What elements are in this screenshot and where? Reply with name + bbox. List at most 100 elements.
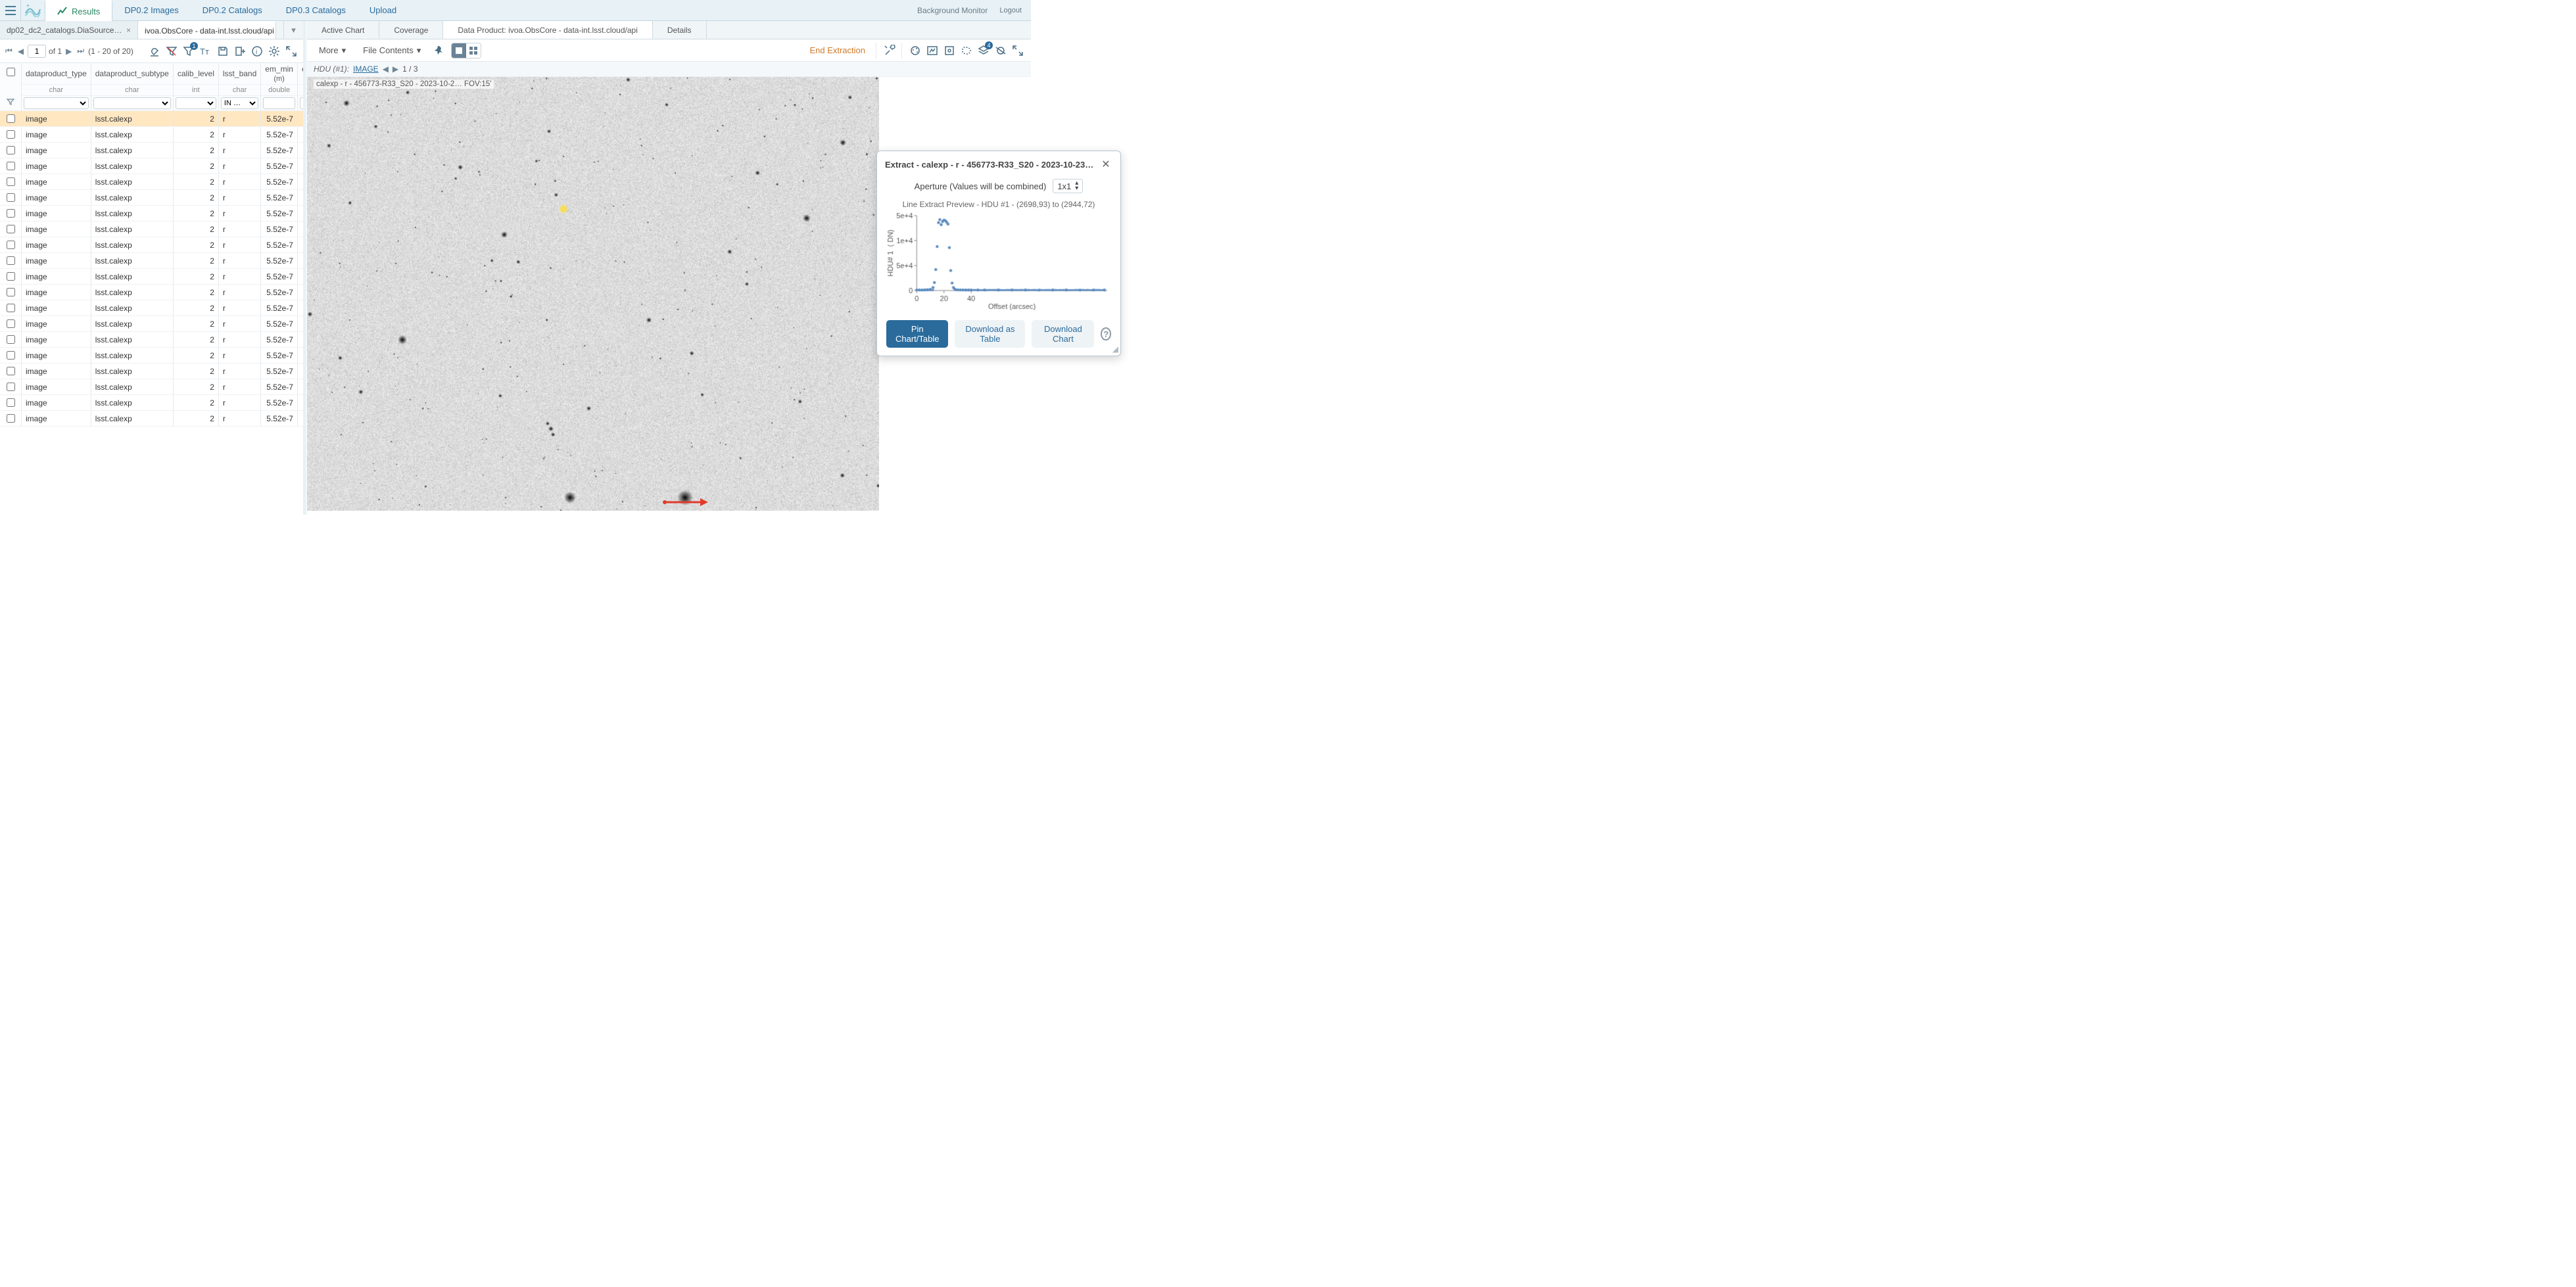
close-icon[interactable]: × xyxy=(126,26,131,35)
color-icon[interactable] xyxy=(907,43,923,59)
sky-canvas[interactable] xyxy=(307,77,879,511)
row-checkbox[interactable] xyxy=(7,304,15,312)
table-row[interactable]: imagelsst.calexp2r5.52e-76.91e-7 xyxy=(0,395,303,411)
table-row[interactable]: imagelsst.calexp2r5.52e-76.91e-7 xyxy=(0,348,303,363)
row-checkbox[interactable] xyxy=(7,288,15,296)
layout-grid[interactable] xyxy=(466,43,481,58)
more-menu[interactable]: More ▾ xyxy=(312,43,352,59)
table-row[interactable]: imagelsst.calexp2r5.52e-76.91e-7 xyxy=(0,111,303,127)
table-row[interactable]: imagelsst.calexp2r5.52e-76.91e-7 xyxy=(0,411,303,427)
filter-calib[interactable] xyxy=(176,97,216,109)
expand-viewer-icon[interactable] xyxy=(1010,43,1026,59)
zoom-fit-icon[interactable] xyxy=(942,43,957,59)
table-row[interactable]: imagelsst.calexp2r5.52e-76.91e-7 xyxy=(0,363,303,379)
row-checkbox[interactable] xyxy=(7,272,15,281)
row-checkbox[interactable] xyxy=(7,241,15,249)
row-checkbox[interactable] xyxy=(7,162,15,170)
filter-icon[interactable]: 1 xyxy=(181,43,197,59)
expand-icon[interactable] xyxy=(283,43,299,59)
pin-chart-button[interactable]: Pin Chart/Table xyxy=(886,320,948,348)
table-row[interactable]: imagelsst.calexp2r5.52e-76.91e-7 xyxy=(0,300,303,316)
row-checkbox[interactable] xyxy=(7,256,15,265)
table-row[interactable]: imagelsst.calexp2r5.52e-76.91e-7 xyxy=(0,237,303,253)
hamburger-menu[interactable] xyxy=(0,0,21,20)
rtab-coverage[interactable]: Coverage xyxy=(379,21,443,39)
table-row[interactable]: imagelsst.calexp2r5.52e-76.91e-7 xyxy=(0,174,303,190)
table-row[interactable]: imagelsst.calexp2r5.52e-76.91e-7 xyxy=(0,269,303,285)
region-select-icon[interactable] xyxy=(959,43,974,59)
prev-page-icon[interactable]: ◀ xyxy=(16,47,25,56)
row-checkbox[interactable] xyxy=(7,225,15,233)
row-checkbox[interactable] xyxy=(7,351,15,360)
filter-row-icon[interactable] xyxy=(7,98,14,106)
table-row[interactable]: imagelsst.calexp2r5.52e-76.91e-7 xyxy=(0,285,303,300)
hdu-next-icon[interactable]: ▶ xyxy=(393,64,398,74)
add-column-icon[interactable] xyxy=(232,43,248,59)
filter-type[interactable] xyxy=(24,97,89,109)
row-checkbox[interactable] xyxy=(7,335,15,344)
clear-filter-icon[interactable] xyxy=(164,43,179,59)
result-tab-diasource[interactable]: dp02_dc2_catalogs.DiaSource - data-int.…… xyxy=(0,21,138,39)
download-table-button[interactable]: Download as Table xyxy=(955,320,1025,348)
col-dataproduct_type[interactable]: dataproduct_type xyxy=(22,63,91,85)
row-checkbox[interactable] xyxy=(7,146,15,154)
hdu-link[interactable]: IMAGE xyxy=(353,64,379,74)
resize-grip-icon[interactable]: ◢ xyxy=(1112,344,1118,354)
row-checkbox[interactable] xyxy=(7,177,15,186)
page-input[interactable] xyxy=(28,45,46,58)
aperture-spin[interactable]: 1x1 ▴▾ xyxy=(1053,179,1083,193)
row-checkbox[interactable] xyxy=(7,383,15,391)
row-checkbox[interactable] xyxy=(7,114,15,123)
file-contents-menu[interactable]: File Contents ▾ xyxy=(356,43,427,59)
line-extract-chart[interactable] xyxy=(886,212,1111,310)
table-row[interactable]: imagelsst.calexp2r5.52e-76.91e-7 xyxy=(0,222,303,237)
tab-results[interactable]: Results xyxy=(45,0,112,21)
tab-dp02-images[interactable]: DP0.2 Images xyxy=(112,0,190,20)
save-icon[interactable] xyxy=(215,43,231,59)
col-em_max[interactable]: em_max(m) xyxy=(297,63,303,85)
background-monitor-link[interactable]: Background Monitor xyxy=(917,6,988,15)
lock-icon[interactable] xyxy=(993,43,1009,59)
tab-dp02-catalogs[interactable]: DP0.2 Catalogs xyxy=(191,0,274,20)
table-row[interactable]: imagelsst.calexp2r5.52e-76.91e-7 xyxy=(0,158,303,174)
close-icon[interactable]: ✕ xyxy=(1099,158,1112,171)
pin-icon[interactable] xyxy=(431,43,447,59)
row-checkbox[interactable] xyxy=(7,193,15,202)
filter-em-min[interactable] xyxy=(263,97,295,109)
filter-em-max[interactable] xyxy=(300,97,303,109)
microscope-icon[interactable] xyxy=(147,43,162,59)
select-all-checkbox[interactable] xyxy=(7,68,15,76)
row-checkbox[interactable] xyxy=(7,398,15,407)
tab-overflow-dropdown[interactable]: ▾ xyxy=(283,21,303,39)
tab-upload[interactable]: Upload xyxy=(358,0,408,20)
layers-icon[interactable]: 4 xyxy=(976,43,991,59)
tab-dp03-catalogs[interactable]: DP0.3 Catalogs xyxy=(274,0,358,20)
result-tab-obscore[interactable]: ivoa.ObsCore - data-int.lsst.cloud/api × xyxy=(138,21,276,39)
hdu-prev-icon[interactable]: ◀ xyxy=(383,64,389,74)
rtab-details[interactable]: Details xyxy=(653,21,707,39)
table-row[interactable]: imagelsst.calexp2r5.52e-76.91e-7 xyxy=(0,332,303,348)
col-calib_level[interactable]: calib_level xyxy=(173,63,218,85)
col-dataproduct_subtype[interactable]: dataproduct_subtype xyxy=(91,63,173,85)
stretch-icon[interactable] xyxy=(924,43,940,59)
end-extraction-button[interactable]: End Extraction xyxy=(809,45,872,55)
text-options-icon[interactable]: Tт xyxy=(198,43,214,59)
row-checkbox[interactable] xyxy=(7,209,15,218)
tools-icon[interactable] xyxy=(882,43,897,59)
table-row[interactable]: imagelsst.calexp2r5.52e-76.91e-7 xyxy=(0,190,303,206)
filter-band[interactable]: IN … xyxy=(221,97,258,109)
row-checkbox[interactable] xyxy=(7,319,15,328)
col-lsst_band[interactable]: lsst_band xyxy=(218,63,260,85)
table-row[interactable]: imagelsst.calexp2r5.52e-76.91e-7 xyxy=(0,127,303,143)
table-row[interactable]: imagelsst.calexp2r5.52e-76.91e-7 xyxy=(0,206,303,222)
table-row[interactable]: imagelsst.calexp2r5.52e-76.91e-7 xyxy=(0,253,303,269)
rtab-data-product[interactable]: Data Product: ivoa.ObsCore - data-int.ls… xyxy=(443,21,652,39)
table-row[interactable]: imagelsst.calexp2r5.52e-76.91e-7 xyxy=(0,143,303,158)
table-row[interactable]: imagelsst.calexp2r5.52e-76.91e-7 xyxy=(0,379,303,395)
first-page-icon[interactable]: ⏮ xyxy=(4,46,14,56)
filter-subtype[interactable] xyxy=(93,97,171,109)
row-checkbox[interactable] xyxy=(7,130,15,139)
col-em_min[interactable]: em_min(m) xyxy=(261,63,298,85)
last-page-icon[interactable]: ⏭ xyxy=(76,46,85,56)
image-viewer[interactable]: calexp - r - 456773-R33_S20 - 2023-10-2…… xyxy=(307,77,1031,515)
